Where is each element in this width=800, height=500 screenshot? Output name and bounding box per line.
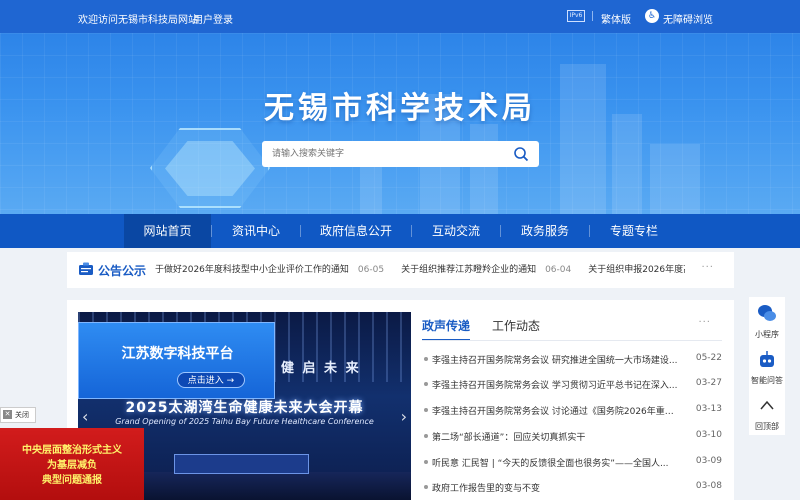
nav-item-interaction[interactable]: 互动交流 bbox=[412, 214, 500, 248]
list-item[interactable]: 第二场“部长通道”：回应关切真抓实干 03-10 bbox=[422, 423, 722, 449]
notice-item[interactable]: 关于组织推荐江苏瞪羚企业的通知 bbox=[401, 265, 536, 275]
carousel-headline: 2025太湖湾生命健康未来大会开幕 bbox=[125, 400, 364, 416]
notice-item[interactable]: 于做好2026年度科技型中小企业评价工作的通知 bbox=[155, 265, 349, 275]
list-item[interactable]: 李强主持召开国务院常务会议 学习贯彻习近平总书记在深入... 03-27 bbox=[422, 371, 722, 397]
hero-banner: 无锡市科学技术局 bbox=[0, 33, 800, 214]
float-ad-close-button[interactable]: ✕ 关闭 bbox=[0, 407, 36, 423]
nav-item-home[interactable]: 网站首页 bbox=[124, 214, 211, 248]
notice-ticker: 于做好2026年度科技型中小企业评价工作的通知 06-05 关于组织推荐江苏瞪羚企业… bbox=[155, 252, 685, 288]
tab-policy-voice[interactable]: 政声传递 bbox=[422, 317, 471, 341]
list-item[interactable]: 政府工作报告里的变与不变 03-08 bbox=[422, 474, 722, 500]
carousel-next-icon[interactable]: › bbox=[401, 407, 407, 426]
top-divider bbox=[592, 11, 593, 21]
close-icon: ✕ bbox=[3, 410, 12, 419]
mini-program-button[interactable]: 小程序 bbox=[749, 297, 785, 343]
notice-label: 公告公示 bbox=[98, 264, 147, 278]
news-more-button[interactable]: ··· bbox=[698, 317, 711, 328]
top-bar: 欢迎访问无锡市科技局网站 用户登录 IPv6 繁体版 ♿ 无障碍浏览 bbox=[0, 0, 800, 33]
stage-screen bbox=[174, 454, 309, 474]
digital-platform-banner[interactable]: 江苏数字科技平台 点击进入 → bbox=[78, 322, 275, 399]
wechat-icon bbox=[758, 305, 776, 321]
carousel-prev-icon[interactable]: ‹ bbox=[82, 407, 88, 426]
notice-more-button[interactable]: ··· bbox=[701, 262, 714, 273]
list-item[interactable]: 李强主持召开国务院常务会议 讨论通过《国务院2026年重点... 03-13 bbox=[422, 397, 722, 423]
site-title: 无锡市科学技术局 bbox=[264, 91, 536, 126]
login-link[interactable]: 用户登录 bbox=[193, 11, 233, 26]
list-item[interactable]: 听民意 汇民智 | “今天的反馈很全面也很务实”——全国人... 03-09 bbox=[422, 449, 722, 475]
traditional-chinese-link[interactable]: 繁体版 bbox=[601, 11, 631, 26]
list-item[interactable]: 李强主持召开国务院常务会议 研究推进全国统一大市场建设... 05-22 bbox=[422, 346, 722, 372]
carousel-right-text: 健 启 未 来 bbox=[281, 361, 361, 376]
welcome-text: 欢迎访问无锡市科技局网站 bbox=[78, 15, 198, 26]
back-to-top-button[interactable]: 回顶部 bbox=[749, 389, 785, 435]
notice-bar: 公告公示 于做好2026年度科技型中小企业评价工作的通知 06-05 关于组织推荐江… bbox=[67, 252, 734, 288]
accessibility-icon[interactable]: ♿ bbox=[645, 9, 659, 23]
banner-enter-button[interactable]: 点击进入 → bbox=[177, 372, 245, 388]
nav-item-special-topics[interactable]: 专题专栏 bbox=[590, 214, 678, 248]
nav-item-news-center[interactable]: 资讯中心 bbox=[212, 214, 300, 248]
main-nav: 网站首页 资讯中心 政府信息公开 互动交流 政务服务 专题专栏 bbox=[0, 214, 800, 248]
nav-item-gov-services[interactable]: 政务服务 bbox=[501, 214, 589, 248]
nav-item-gov-info[interactable]: 政府信息公开 bbox=[301, 214, 411, 248]
robot-icon bbox=[760, 351, 774, 367]
notice-date: 06-04 bbox=[545, 265, 572, 275]
search-icon[interactable] bbox=[513, 146, 529, 162]
search-input[interactable] bbox=[272, 145, 502, 163]
chevron-up-icon bbox=[760, 400, 774, 410]
ipv6-badge: IPv6 bbox=[567, 10, 585, 22]
formalism-report-banner[interactable]: 中央层面整治形式主义 为基层减负 典型问题通报 bbox=[0, 428, 144, 500]
megaphone-icon bbox=[79, 262, 93, 275]
banner-title: 江苏数字科技平台 bbox=[121, 346, 234, 362]
search-box bbox=[262, 141, 539, 167]
notice-item[interactable]: 关于组织申报2026年度高新技术企业 bbox=[588, 265, 685, 275]
notice-date: 06-05 bbox=[357, 265, 385, 275]
tab-work-updates[interactable]: 工作动态 bbox=[492, 317, 540, 334]
accessibility-link[interactable]: 无障碍浏览 bbox=[663, 11, 713, 26]
news-tabs: 政声传递 工作动态 ··· bbox=[422, 317, 722, 341]
smart-qa-button[interactable]: 智能问答 bbox=[749, 343, 785, 389]
carousel-subtitle: Grand Opening of 2025 Taihu Bay Future H… bbox=[115, 417, 374, 426]
